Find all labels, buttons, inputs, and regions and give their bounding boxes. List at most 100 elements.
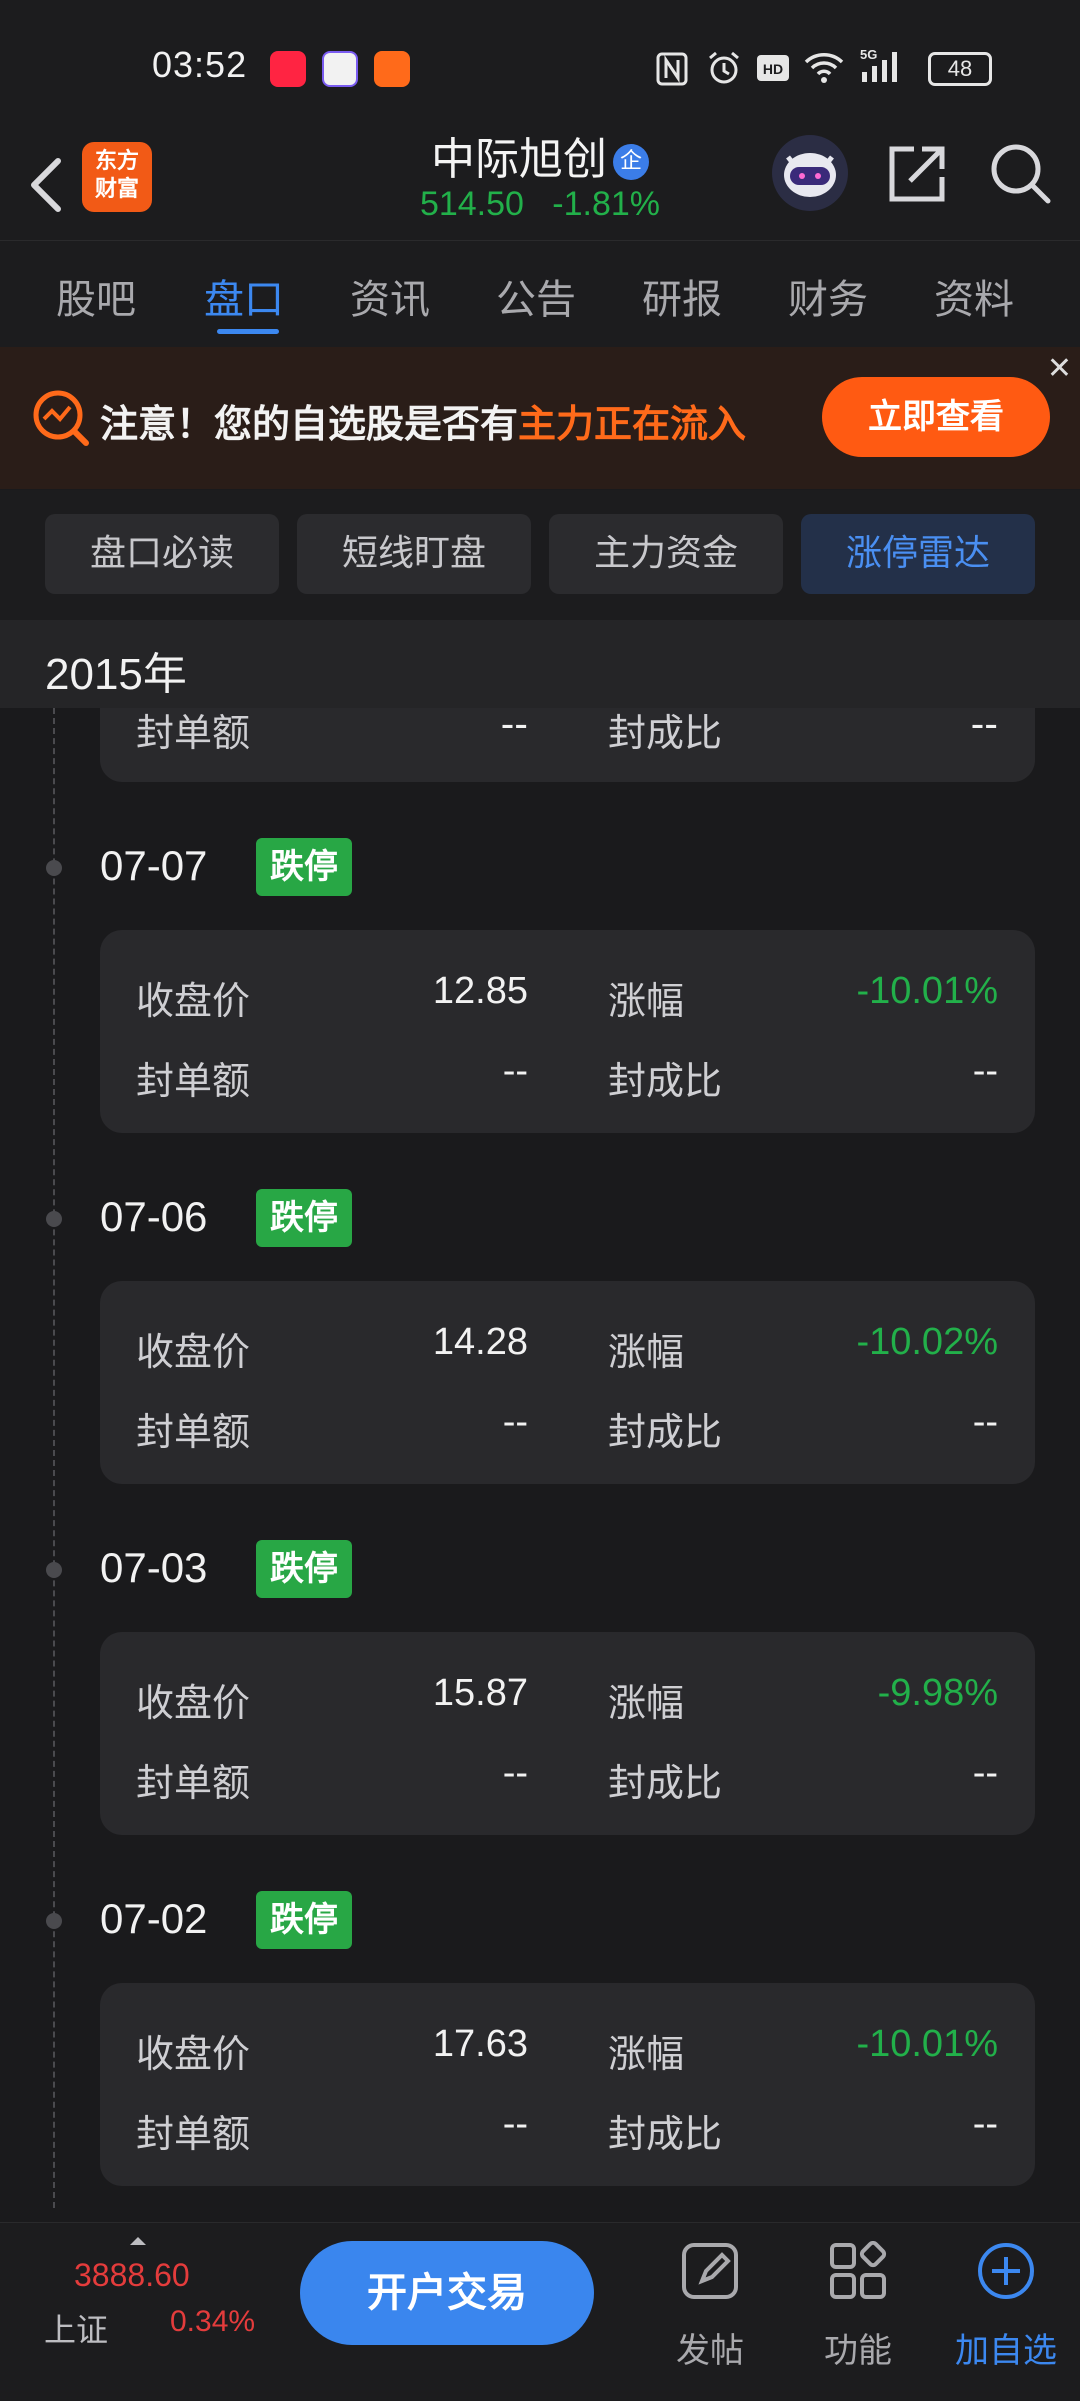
seal-ratio-value: -- <box>972 1752 998 1794</box>
banner-text-prefix: 注意！您的自选股是否有 <box>100 402 519 446</box>
tab-announcements[interactable]: 公告 <box>496 267 576 325</box>
timeline-dot <box>46 1562 62 1578</box>
close-price-label: 收盘价 <box>136 979 251 1023</box>
trend-alert-icon <box>33 390 89 446</box>
tab-research[interactable]: 研报 <box>642 267 722 325</box>
seal-amount-label: 封单额 <box>136 1059 251 1103</box>
seal-amount-label: 封单额 <box>136 2112 251 2156</box>
timeline-line <box>53 708 55 2208</box>
index-name[interactable]: 上证 <box>44 2305 108 2351</box>
seal-ratio-label: 封成比 <box>608 1761 723 1805</box>
nfc-icon <box>656 52 688 86</box>
seal-amount-label: 封单额 <box>136 1761 251 1805</box>
year-label: 2015年 <box>45 650 187 699</box>
seal-amount-value: -- <box>500 702 528 746</box>
status-bar: 03:52 HD 5G 48 <box>0 0 1080 135</box>
change-value: -10.01% <box>856 970 998 1012</box>
status-time: 03:52 <box>152 44 248 85</box>
nav-add-watchlist-label: 加自选 <box>955 2331 1057 2371</box>
entry-card[interactable]: 收盘价 14.28 涨幅 -10.02% 封单额 -- 封成比 -- <box>100 1281 1035 1484</box>
seal-amount-label: 封单额 <box>136 711 251 755</box>
plus-circle-icon <box>978 2243 1034 2299</box>
index-value[interactable]: 3888.60 <box>74 2257 190 2294</box>
seal-ratio-value: -- <box>970 702 998 746</box>
subtab-main-funds[interactable]: 主力资金 <box>549 514 783 594</box>
subtab-short-term[interactable]: 短线盯盘 <box>297 514 531 594</box>
limit-down-tag: 跌停 <box>256 1540 352 1598</box>
entry-date: 07-02 <box>100 1895 208 1942</box>
seal-amount-value: -- <box>502 1050 528 1092</box>
svg-text:HD: HD <box>763 61 783 77</box>
stock-change: -1.81% <box>552 185 661 223</box>
enterprise-badge: 企 <box>613 144 649 180</box>
alarm-icon <box>709 51 739 84</box>
seal-ratio-label: 封成比 <box>608 711 723 755</box>
close-price-value: 12.85 <box>432 970 528 1012</box>
nav-post-label: 发帖 <box>676 2331 744 2371</box>
caret-up-icon[interactable] <box>126 2233 150 2247</box>
active-tab-indicator <box>217 329 279 334</box>
entry-date: 07-03 <box>100 1544 208 1591</box>
entry-card[interactable]: 收盘价 12.85 涨幅 -10.01% 封单额 -- 封成比 -- <box>100 930 1035 1133</box>
entry-date: 07-07 <box>100 842 208 889</box>
seal-ratio-label: 封成比 <box>608 2112 723 2156</box>
seal-amount-label: 封单额 <box>136 1410 251 1454</box>
change-value: -10.02% <box>856 1321 998 1363</box>
entry-card[interactable]: 收盘价 15.87 涨幅 -9.98% 封单额 -- 封成比 -- <box>100 1632 1035 1835</box>
sub-tabs: 盘口必读 短线盯盘 主力资金 涨停雷达 <box>0 490 1080 620</box>
close-price-value: 14.28 <box>432 1321 528 1363</box>
hd-icon: HD <box>757 55 789 81</box>
entry-date: 07-06 <box>100 1193 208 1240</box>
seal-ratio-value: -- <box>972 2103 998 2145</box>
seal-amount-value: -- <box>502 1752 528 1794</box>
seal-ratio-value: -- <box>972 1050 998 1092</box>
change-label: 涨幅 <box>608 1681 685 1725</box>
subtab-must-read[interactable]: 盘口必读 <box>45 514 279 594</box>
view-now-button[interactable]: 立即查看 <box>822 377 1050 457</box>
colorful-app-icon <box>322 51 358 87</box>
share-icon[interactable] <box>886 143 948 205</box>
ai-robot-icon[interactable] <box>772 135 848 211</box>
change-label: 涨幅 <box>608 2032 685 2076</box>
search-icon[interactable] <box>988 141 1052 205</box>
limit-down-tag: 跌停 <box>256 1891 352 1949</box>
tab-news[interactable]: 资讯 <box>350 267 430 325</box>
subtab-limit-radar[interactable]: 涨停雷达 <box>801 514 1035 594</box>
timeline-dot <box>46 1211 62 1227</box>
main-tabs: 股吧 盘口 资讯 公告 研报 财务 资料 <box>0 240 1080 348</box>
promo-banner[interactable]: ✕ 注意！您的自选股是否有主力正在流入 立即查看 <box>0 347 1080 489</box>
nav-functions-label: 功能 <box>824 2331 892 2371</box>
coin-app-icon <box>374 51 410 87</box>
edit-post-icon <box>682 2243 738 2299</box>
tab-pankou[interactable]: 盘口 <box>204 267 284 325</box>
change-value: -9.98% <box>877 1672 998 1714</box>
open-account-trade-button[interactable]: 开户交易 <box>300 2241 594 2345</box>
stock-price: 514.50 <box>419 185 524 223</box>
stock-name: 中际旭创 <box>431 134 607 185</box>
close-price-label: 收盘价 <box>136 2032 251 2076</box>
timeline-dot <box>46 860 62 876</box>
timeline-dot <box>46 1913 62 1929</box>
year-header: 2015年 <box>0 620 1080 708</box>
entry-card[interactable]: 收盘价 17.63 涨幅 -10.01% 封单额 -- 封成比 -- <box>100 1983 1035 2186</box>
close-price-label: 收盘价 <box>136 1681 251 1725</box>
tab-guba[interactable]: 股吧 <box>56 267 136 325</box>
limit-down-tag: 跌停 <box>256 1189 352 1247</box>
index-change[interactable]: 0.34% <box>170 2305 255 2339</box>
seal-amount-value: -- <box>502 2103 528 2145</box>
close-icon[interactable]: ✕ <box>1047 351 1072 386</box>
change-label: 涨幅 <box>608 1330 685 1374</box>
banner-text-highlight: 主力正在流入 <box>518 402 747 446</box>
tab-profile[interactable]: 资料 <box>934 267 1014 325</box>
change-label: 涨幅 <box>608 979 685 1023</box>
grid-functions-icon <box>830 2241 887 2299</box>
wifi-icon <box>804 53 844 83</box>
svg-text:5G: 5G <box>860 47 877 62</box>
tab-finance[interactable]: 财务 <box>788 267 868 325</box>
close-price-label: 收盘价 <box>136 1330 251 1374</box>
banner-text: 注意！您的自选股是否有主力正在流入 <box>100 393 746 448</box>
seal-ratio-value: -- <box>972 1401 998 1443</box>
5g-signal-icon: 5G <box>860 47 897 82</box>
seal-amount-value: -- <box>502 1401 528 1443</box>
close-price-value: 17.63 <box>432 2023 528 2065</box>
